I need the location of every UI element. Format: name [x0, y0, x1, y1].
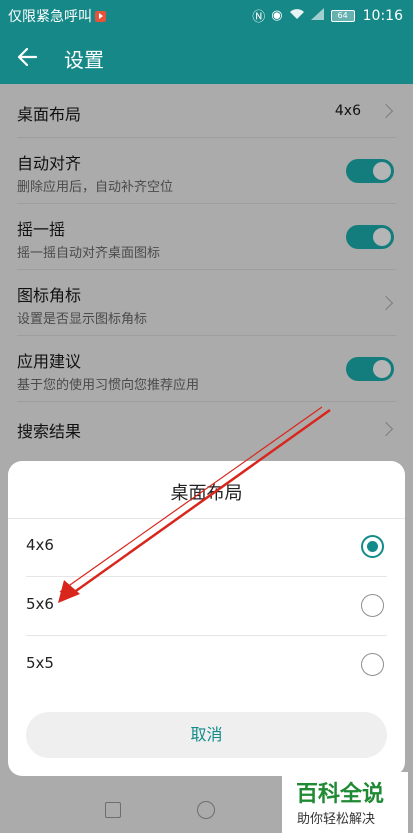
toggle-knob	[373, 228, 391, 246]
option-label: 5x5	[26, 654, 54, 672]
setting-row-shake[interactable]: 摇一摇 摇一摇自动对齐桌面图标	[0, 204, 413, 270]
page-title: 设置	[64, 48, 104, 72]
battery-icon: 64	[330, 9, 355, 22]
setting-title: 摇一摇	[17, 220, 66, 239]
setting-value: 4x6	[334, 103, 361, 119]
setting-subtitle: 删除应用后，自动补齐空位	[17, 180, 174, 195]
app-header: 设置	[0, 30, 413, 84]
status-bar: 仅限紧急呼叫 Ⓝ ◉ 64 10:16	[0, 0, 413, 30]
watermark-title: 百科全说	[296, 782, 385, 807]
setting-subtitle: 基于您的使用习惯向您推荐应用	[17, 378, 200, 393]
setting-row-icon-badge[interactable]: 图标角标 设置是否显示图标角标	[0, 270, 413, 336]
setting-title: 桌面布局	[17, 105, 82, 124]
radio-selected-icon[interactable]	[361, 535, 384, 558]
option-5x5[interactable]: 5x5	[8, 636, 405, 694]
setting-subtitle: 设置是否显示图标角标	[17, 312, 148, 327]
setting-title: 自动对齐	[17, 154, 82, 173]
setting-row-desktop-layout[interactable]: 桌面布局 4x6	[0, 84, 413, 138]
chevron-right-icon	[378, 421, 394, 437]
option-label: 5x6	[26, 595, 54, 613]
auto-align-toggle[interactable]	[346, 159, 394, 183]
radio-unselected-icon[interactable]	[361, 653, 384, 676]
setting-subtitle: 摇一摇自动对齐桌面图标	[17, 246, 161, 261]
eye-comfort-icon: ◉	[271, 8, 283, 23]
app-suggestions-toggle[interactable]	[346, 357, 394, 381]
option-label: 4x6	[26, 536, 54, 554]
setting-title: 搜索结果	[17, 422, 82, 441]
toggle-knob	[373, 162, 391, 180]
watermark-logo: 百科全说 助你轻松解决	[282, 772, 408, 833]
shake-toggle[interactable]	[346, 225, 394, 249]
toggle-knob	[373, 360, 391, 378]
video-notification-icon	[95, 10, 106, 22]
setting-title: 应用建议	[17, 352, 82, 371]
signal-icon	[310, 7, 325, 24]
desktop-layout-dialog: 桌面布局 4x6 5x6 5x5 取消	[8, 461, 405, 776]
carrier-status: 仅限紧急呼叫	[8, 6, 106, 26]
home-icon[interactable]	[197, 801, 215, 819]
option-5x6[interactable]: 5x6	[8, 577, 405, 635]
carrier-label: 仅限紧急呼叫	[8, 9, 92, 25]
setting-row-search-results[interactable]: 搜索结果	[0, 402, 413, 456]
dialog-title: 桌面布局	[170, 483, 243, 504]
nfc-icon: Ⓝ	[252, 10, 266, 25]
chevron-right-icon	[378, 295, 394, 311]
back-arrow-icon[interactable]	[14, 43, 42, 71]
watermark-subtitle: 助你轻松解决	[297, 812, 376, 827]
setting-title: 图标角标	[17, 286, 82, 305]
status-icons: Ⓝ ◉ 64 10:16	[252, 6, 403, 25]
wifi-icon	[289, 8, 305, 24]
setting-row-app-suggestions[interactable]: 应用建议 基于您的使用习惯向您推荐应用	[0, 336, 413, 402]
chevron-right-icon	[378, 103, 394, 119]
option-4x6[interactable]: 4x6	[8, 518, 405, 576]
cancel-button[interactable]: 取消	[26, 712, 387, 758]
radio-unselected-icon[interactable]	[361, 594, 384, 617]
clock: 10:16	[362, 7, 403, 24]
setting-row-auto-align[interactable]: 自动对齐 删除应用后，自动补齐空位	[0, 138, 413, 204]
recent-apps-icon[interactable]	[105, 802, 121, 818]
